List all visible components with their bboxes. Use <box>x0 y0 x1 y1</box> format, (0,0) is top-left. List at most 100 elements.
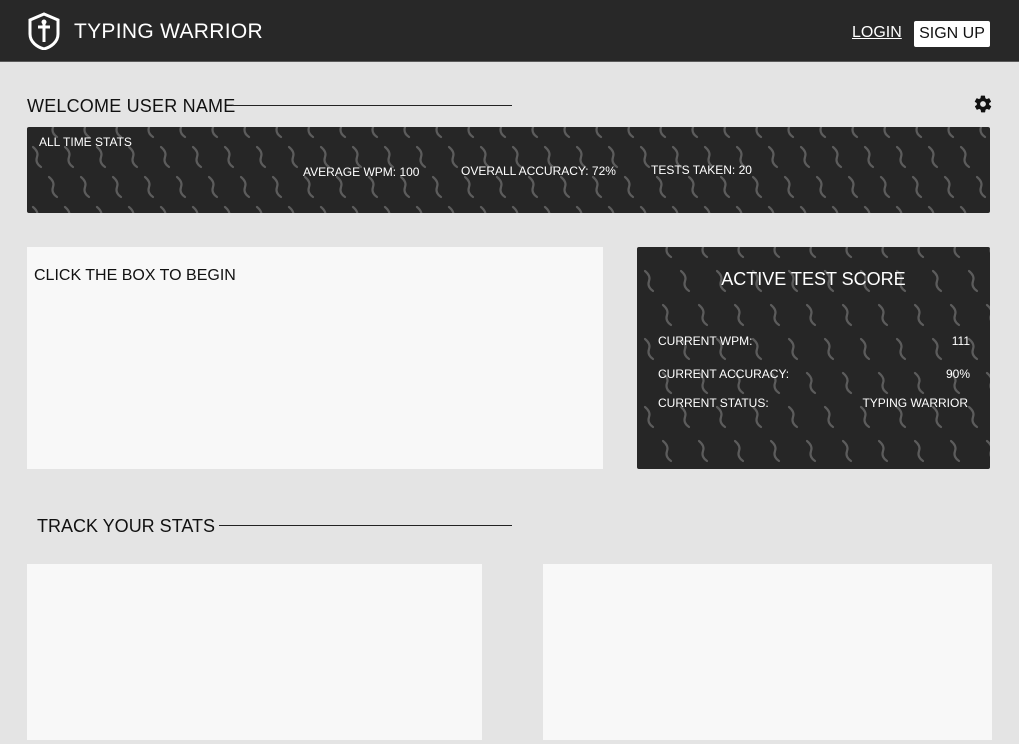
wave-mark <box>383 205 391 213</box>
wave-mark <box>841 371 853 395</box>
wave-mark <box>917 247 925 259</box>
wave-mark <box>31 145 43 169</box>
wave-mark <box>243 127 251 139</box>
wave-mark <box>815 175 827 199</box>
all-time-stats-panel: ALL TIME STATS AVERAGE WPM: 100 OVERALL … <box>27 127 990 213</box>
wave-mark <box>787 127 795 139</box>
wave-mark <box>431 175 443 199</box>
wave-mark <box>127 205 135 213</box>
typing-prompt: CLICK THE BOX TO BEGIN <box>34 267 236 284</box>
page: TYPING WARRIOR LOGIN SIGN UP WELCOME USE… <box>0 0 1019 744</box>
wave-mark <box>799 145 811 169</box>
wave-mark <box>703 205 711 213</box>
wave-mark <box>949 303 961 327</box>
wave-mark <box>769 303 781 327</box>
wave-mark <box>985 371 990 389</box>
wave-mark <box>351 145 363 169</box>
wave-mark <box>953 247 961 259</box>
wave-mark <box>495 175 507 199</box>
wave-mark <box>435 127 443 139</box>
wave-mark <box>563 127 571 139</box>
typing-area[interactable]: CLICK THE BOX TO BEGIN <box>27 247 603 469</box>
wave-mark <box>643 337 655 361</box>
wave-mark <box>767 145 779 169</box>
wave-mark <box>607 205 615 213</box>
stats-chart-card-left <box>27 564 482 740</box>
wave-mark <box>715 405 727 429</box>
active-score-title: ACTIVE TEST SCORE <box>721 269 906 289</box>
brand-title[interactable]: TYPING WARRIOR <box>74 20 263 44</box>
wave-mark <box>883 127 891 139</box>
login-link[interactable]: LOGIN <box>852 24 902 42</box>
wave-mark <box>737 247 745 259</box>
current-status-label: CURRENT STATUS: <box>658 396 769 410</box>
current-status-value: TYPING WARRIOR <box>862 396 968 410</box>
active-test-score-panel: ACTIVE TEST SCORE CURRENT WPM: 111 CURRE… <box>637 247 990 469</box>
overall-accuracy-stat: OVERALL ACCURACY: 72% <box>461 164 616 178</box>
wave-mark <box>191 145 203 169</box>
wave-mark <box>949 439 961 463</box>
wave-mark <box>111 175 123 199</box>
wave-mark <box>915 127 923 139</box>
wave-mark <box>319 205 327 213</box>
wave-mark <box>805 439 817 463</box>
wave-mark <box>143 175 155 199</box>
wave-mark <box>623 175 635 199</box>
wave-mark <box>383 145 395 169</box>
wave-mark <box>211 127 219 139</box>
wave-mark <box>769 439 781 463</box>
wave-mark <box>931 337 943 361</box>
wave-mark <box>665 247 673 259</box>
wave-mark <box>639 205 647 213</box>
wave-mark <box>447 205 455 213</box>
wave-mark <box>751 337 763 361</box>
current-accuracy-label: CURRENT ACCURACY: <box>658 367 790 381</box>
wave-mark <box>719 175 731 199</box>
wave-mark <box>527 175 539 199</box>
wave-mark <box>627 127 635 139</box>
welcome-heading: WELCOME USER NAME <box>27 96 236 116</box>
wave-mark <box>959 205 967 213</box>
wave-mark <box>967 337 979 361</box>
wave-mark <box>947 127 955 139</box>
stats-chart-card-right <box>543 564 992 740</box>
wave-mark <box>655 175 667 199</box>
wave-mark <box>845 247 853 259</box>
wave-mark <box>841 439 853 463</box>
wave-mark <box>799 205 807 213</box>
signup-button[interactable]: SIGN UP <box>914 21 990 47</box>
wave-mark <box>415 145 427 169</box>
wave-mark <box>805 303 817 327</box>
wave-mark <box>787 405 799 429</box>
wave-mark <box>239 175 251 199</box>
wave-mark <box>511 205 519 213</box>
wave-mark <box>841 303 853 327</box>
wave-mark <box>735 205 743 213</box>
wave-mark <box>661 439 673 463</box>
wave-mark <box>175 175 187 199</box>
wave-mark <box>819 127 827 139</box>
wave-mark <box>415 205 423 213</box>
wave-mark <box>275 127 283 139</box>
wave-mark <box>911 175 923 199</box>
wave-mark <box>859 337 871 361</box>
track-stats-heading: TRACK YOUR STATS <box>37 516 216 536</box>
wave-mark <box>927 205 935 213</box>
gear-icon[interactable] <box>973 94 993 114</box>
wave-mark <box>255 205 263 213</box>
wave-mark <box>733 303 745 327</box>
wave-mark <box>303 175 315 199</box>
wave-mark <box>751 405 763 429</box>
wave-mark <box>979 127 987 139</box>
shield-sword-icon[interactable] <box>26 12 62 50</box>
wave-mark <box>95 205 103 213</box>
wave-mark <box>127 145 139 169</box>
wave-mark <box>783 175 795 199</box>
wave-mark <box>499 127 507 139</box>
wave-mark <box>733 439 745 463</box>
wave-mark <box>339 127 347 139</box>
wave-mark <box>287 145 299 169</box>
wave-mark <box>367 175 379 199</box>
wave-mark <box>913 303 925 327</box>
wave-mark <box>773 247 781 259</box>
